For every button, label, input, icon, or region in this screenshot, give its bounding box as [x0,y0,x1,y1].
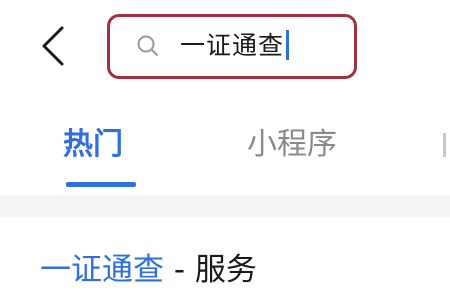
result-title-suffix: - 服务 [164,252,257,288]
search-icon [137,35,158,56]
result-item-title[interactable]: 一证通查 - 服务 [40,248,257,292]
search-input-value: 一证通查 [180,31,285,60]
text-caret [286,30,290,60]
tab-mini-programs[interactable]: 小程序 [247,125,337,165]
active-tab-indicator [66,182,136,187]
search-header: 一证通查 [0,0,450,100]
result-title-highlight: 一证通查 [40,252,164,288]
chevron-left-icon [42,26,64,66]
tab-hot[interactable]: 热门 [63,125,123,165]
tab-overflow-edge [443,125,450,165]
back-button[interactable] [26,18,80,74]
section-divider [0,195,450,217]
search-input[interactable]: 一证通查 [180,28,290,64]
